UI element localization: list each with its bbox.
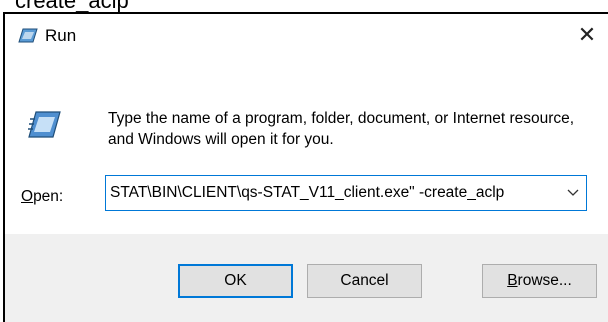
- run-icon: [18, 28, 38, 43]
- close-button[interactable]: ✕: [568, 17, 606, 53]
- open-combobox[interactable]: STAT\BIN\CLIENT\qs-STAT_V11_client.exe" …: [105, 175, 587, 211]
- dialog-title: Run: [45, 26, 77, 45]
- dropdown-button[interactable]: [560, 176, 586, 210]
- cancel-button[interactable]: Cancel: [307, 264, 422, 298]
- browse-accelerator: B: [507, 272, 518, 289]
- dialog-body: Type the name of a program, folder, docu…: [5, 58, 608, 234]
- button-bar: OK Cancel Browse...: [5, 234, 608, 322]
- browse-button[interactable]: Browse...: [482, 264, 597, 298]
- run-large-icon: [28, 111, 61, 138]
- chevron-down-icon: [567, 189, 579, 196]
- open-label-rest: pen:: [33, 188, 64, 205]
- close-icon: ✕: [577, 22, 597, 47]
- open-label: Open:: [21, 188, 63, 206]
- browse-label-rest: rowse...: [517, 272, 572, 289]
- run-dialog: Run ✕ Type the name of a program, folder…: [3, 12, 608, 322]
- open-input[interactable]: STAT\BIN\CLIENT\qs-STAT_V11_client.exe" …: [106, 184, 560, 202]
- title-bar[interactable]: Run ✕: [5, 14, 608, 58]
- ok-button[interactable]: OK: [178, 264, 293, 298]
- open-label-accelerator: O: [21, 188, 34, 205]
- instructions-text: Type the name of a program, folder, docu…: [108, 110, 575, 148]
